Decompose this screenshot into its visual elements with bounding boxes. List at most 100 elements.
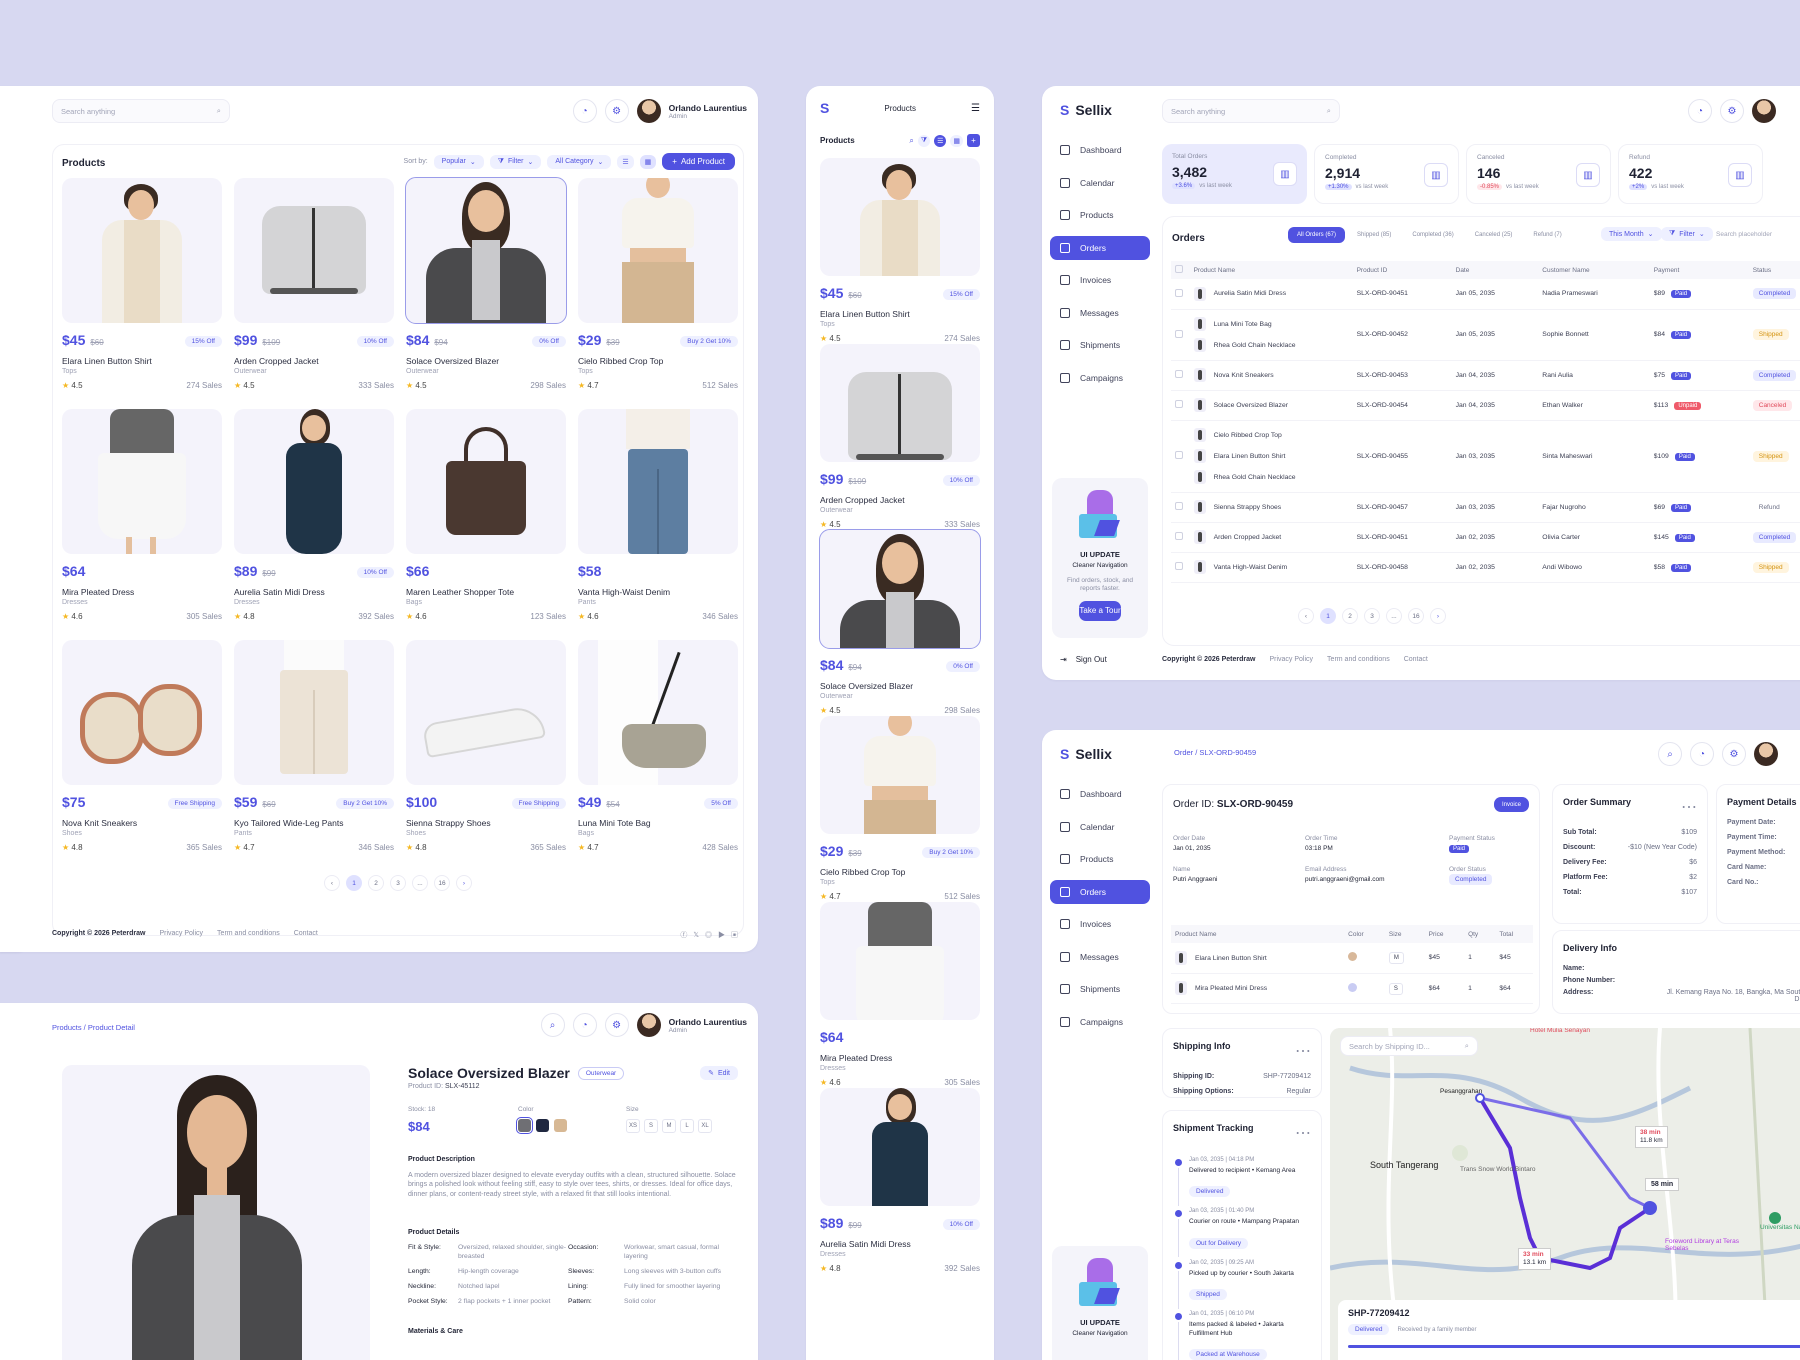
gear-icon[interactable]: ⚙ <box>1720 99 1744 123</box>
color-swatch-beige[interactable] <box>554 1119 567 1132</box>
orders-column-header[interactable]: Product ID <box>1352 261 1452 279</box>
size-option[interactable]: M <box>662 1119 676 1133</box>
terms-link[interactable]: Term and conditions <box>217 930 280 940</box>
page-button[interactable]: 3 <box>1364 608 1380 624</box>
edit-button[interactable]: ✎ Edit <box>700 1066 738 1080</box>
avatar[interactable] <box>636 1013 661 1037</box>
table-row[interactable]: Vanta High-Waist Denim SLX-ORD-90458 Jan 0… <box>1171 552 1800 582</box>
search-input[interactable]: Search anything ⌕ <box>1162 99 1340 123</box>
order-tab[interactable]: All Orders (67) <box>1288 227 1346 243</box>
product-card[interactable]: $58 Vanta High-Waist Denim Pants ★ 4.6 346 S… <box>578 409 738 629</box>
more-icon[interactable]: ⋯ <box>1295 1041 1311 1061</box>
nav-item-calendar[interactable]: Calendar <box>1050 815 1150 839</box>
product-card[interactable]: $99 $109 10% Off Arden Cropped Jacket Outerw… <box>234 178 394 398</box>
row-checkbox[interactable] <box>1171 309 1190 360</box>
size-option[interactable]: XS <box>626 1119 640 1133</box>
filter-button[interactable]: ⧩ Filter ⌄ <box>1661 227 1713 241</box>
avatar[interactable] <box>1752 99 1776 123</box>
page-button[interactable]: 2 <box>1342 608 1358 624</box>
orders-column-header[interactable]: Product Name <box>1189 261 1353 279</box>
color-swatch-gray[interactable] <box>516 1117 533 1134</box>
prev-page-button[interactable]: ‹ <box>1298 608 1314 624</box>
privacy-link[interactable]: Privacy Policy <box>159 930 203 940</box>
table-row[interactable]: Luna Mini Tote Bag Rhea Gold Chain Neckla… <box>1171 309 1800 360</box>
filter-icon[interactable]: ⧩ <box>917 134 931 147</box>
gear-icon[interactable]: ⚙ <box>604 99 629 123</box>
grid-view-toggle[interactable]: ▦ <box>639 154 657 169</box>
table-row[interactable]: Cielo Ribbed Crop Top Elara Linen Button … <box>1171 420 1800 492</box>
items-column-header[interactable]: Total <box>1495 925 1533 943</box>
prev-page-button[interactable]: ‹ <box>324 875 340 891</box>
row-checkbox[interactable] <box>1171 390 1190 420</box>
items-column-header[interactable]: Price <box>1424 925 1465 943</box>
next-page-button[interactable]: › <box>1430 608 1446 624</box>
invoice-button[interactable]: Invoice <box>1493 797 1529 812</box>
product-card[interactable]: $45 $60 15% Off Elara Linen Button Shirt Top… <box>62 178 222 398</box>
page-button[interactable]: 1 <box>1320 608 1336 624</box>
row-checkbox[interactable] <box>1171 279 1190 309</box>
orders-search[interactable]: Search placeholder <box>1716 231 1772 238</box>
more-icon[interactable]: ⋯ <box>1295 1123 1311 1143</box>
more-icon[interactable]: ⋯ <box>1681 797 1697 817</box>
grid-view-toggle[interactable]: ▦ <box>950 134 963 147</box>
table-row[interactable]: Aurelia Satin Midi Dress SLX-ORD-90451 Jan… <box>1171 279 1800 309</box>
notification-icon[interactable]: ◔ <box>572 99 597 123</box>
product-card[interactable]: $29 $39 Buy 2 Get 10% Cielo Ribbed Crop Top… <box>578 178 738 398</box>
row-checkbox[interactable] <box>1171 360 1190 390</box>
notification-icon[interactable]: ◔ <box>1688 99 1712 123</box>
product-card[interactable]: $64 Mira Pleated Dress Dresses ★ 4.6 305 Sal… <box>62 409 222 629</box>
list-view-toggle[interactable]: ☰ <box>617 154 634 169</box>
sellix-logo-icon[interactable]: S <box>820 100 829 116</box>
avatar[interactable] <box>636 99 661 123</box>
search-input[interactable]: Search anything ⌕ <box>52 99 230 123</box>
notification-icon[interactable]: ◔ <box>572 1013 597 1037</box>
month-select[interactable]: This Month ⌄ <box>1601 227 1662 241</box>
page-button[interactable]: 3 <box>390 875 406 891</box>
product-card[interactable]: $84 $94 0% Off Solace Oversized Blazer Outer… <box>405 177 567 398</box>
privacy-link[interactable]: Privacy Policy <box>1269 656 1313 663</box>
nav-item-messages[interactable]: Messages <box>1050 945 1150 969</box>
sign-out-button[interactable]: ⇥ Sign Out <box>1060 655 1107 664</box>
row-checkbox[interactable] <box>1171 420 1190 492</box>
gear-icon[interactable]: ⚙ <box>1722 742 1746 766</box>
map-shipment-card[interactable]: SHP-77209412 Delivered Received by a fami… <box>1338 1300 1800 1360</box>
orders-column-header[interactable]: Status <box>1748 261 1800 279</box>
notification-icon[interactable]: ◔ <box>1690 742 1714 766</box>
map[interactable]: Search by Shipping ID... ⌕ Hotel Mulia Se… <box>1330 1028 1800 1360</box>
add-icon[interactable]: + <box>967 134 980 147</box>
search-icon[interactable]: ⌕ <box>1658 742 1682 766</box>
nav-item-orders[interactable]: Orders <box>1050 879 1150 904</box>
items-column-header[interactable]: Color <box>1344 925 1385 943</box>
items-column-header[interactable]: Product Name <box>1171 925 1345 943</box>
nav-item-products[interactable]: Products <box>1050 847 1150 871</box>
contact-link[interactable]: Contact <box>1404 656 1428 663</box>
nav-item-dashboard[interactable]: Dashboard <box>1050 138 1150 162</box>
size-option[interactable]: S <box>644 1119 658 1133</box>
add-product-button[interactable]: + Add Product <box>662 153 735 170</box>
nav-item-invoices[interactable]: Invoices <box>1050 268 1150 292</box>
product-card[interactable]: $89 $99 10% Off Aurelia Satin Midi Dress Dre… <box>234 409 394 629</box>
order-tab[interactable]: Canceled (25) <box>1466 227 1522 243</box>
product-card[interactable]: $89 $99 10% Off Aurelia Satin Midi Dress Dre… <box>820 1088 980 1308</box>
nav-item-calendar[interactable]: Calendar <box>1050 171 1150 195</box>
category-select[interactable]: All Category ⌄ <box>547 154 612 169</box>
page-button[interactable]: 2 <box>368 875 384 891</box>
nav-item-dashboard[interactable]: Dashboard <box>1050 782 1150 806</box>
nav-item-shipments[interactable]: Shipments <box>1050 977 1150 1001</box>
product-card[interactable]: $100 Free Shipping Sienna Strappy Shoes Sho… <box>406 640 566 860</box>
order-tab[interactable]: Refund (7) <box>1524 227 1570 243</box>
search-icon[interactable]: ⌕ <box>540 1013 565 1037</box>
orders-column-header[interactable]: Payment <box>1649 261 1749 279</box>
brand-logo[interactable]: S Sellix <box>1042 86 1158 138</box>
filter-button[interactable]: ⧩ Filter ⌄ <box>489 154 542 169</box>
row-checkbox[interactable] <box>1171 552 1190 582</box>
table-row[interactable]: Nova Knit Sneakers SLX-ORD-90453 Jan 04, 2… <box>1171 360 1800 390</box>
orders-column-header[interactable]: Customer Name <box>1538 261 1650 279</box>
row-checkbox[interactable] <box>1171 492 1190 522</box>
product-card[interactable]: $75 Free Shipping Nova Knit Sneakers Shoes ★… <box>62 640 222 860</box>
order-tab[interactable]: Completed (36) <box>1403 227 1462 243</box>
page-button[interactable]: 16 <box>434 875 450 891</box>
brand-logo[interactable]: S Sellix <box>1042 730 1158 782</box>
table-row[interactable]: Elara Linen Button Shirt M $45 1 $45 <box>1171 943 1533 973</box>
orders-column-header[interactable]: Date <box>1451 261 1539 279</box>
